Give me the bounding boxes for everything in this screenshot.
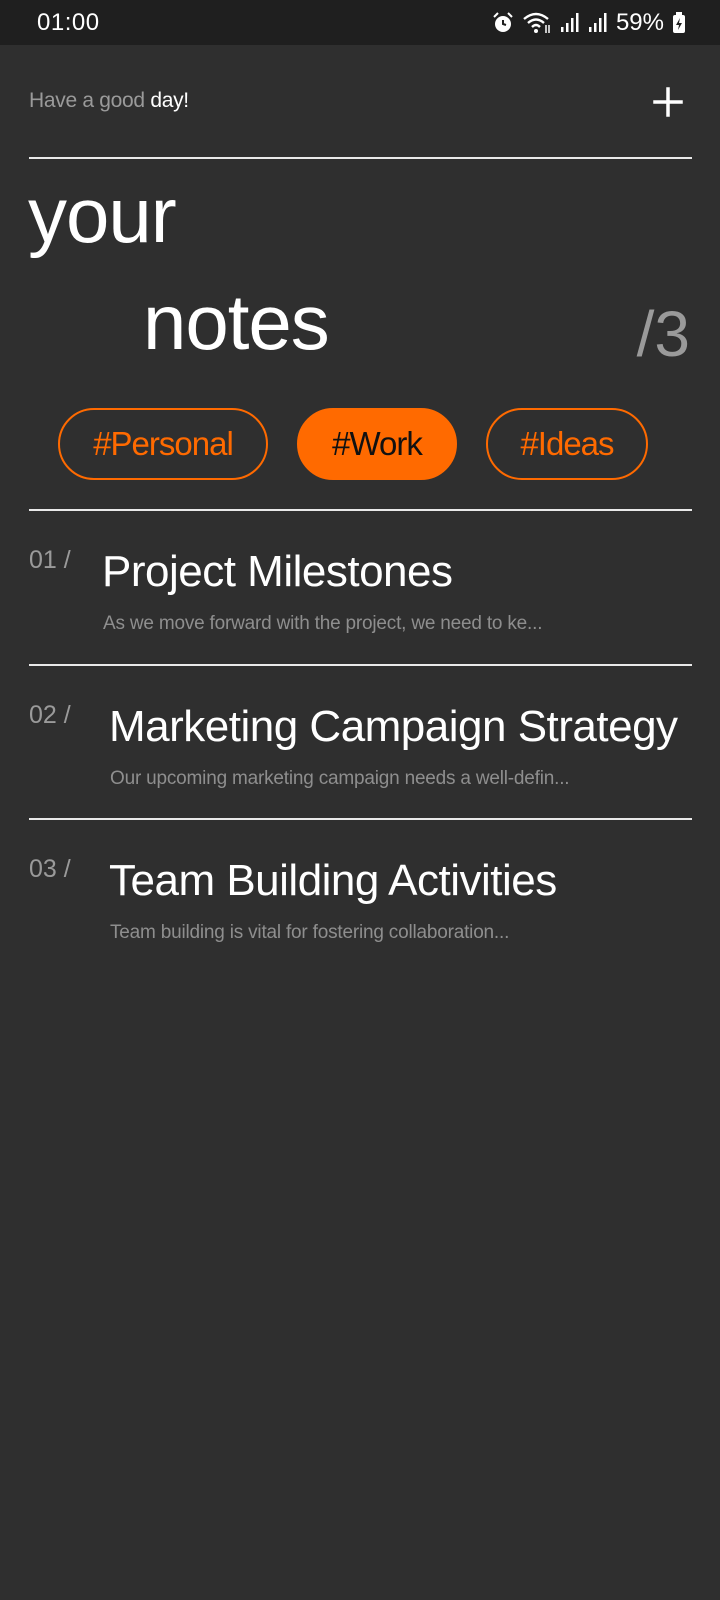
battery-charging-icon (673, 11, 685, 33)
note-title: Project Milestones (102, 547, 453, 596)
tag-work[interactable]: #Work (297, 408, 457, 480)
greeting: Have a good day! (29, 89, 189, 113)
status-time: 01:00 (37, 8, 100, 36)
signal-icon (560, 12, 579, 32)
tag-personal[interactable]: #Personal (58, 408, 268, 480)
note-index: 02 / (29, 701, 71, 729)
note-item-3[interactable]: 03 / Team Building Activities Team build… (0, 819, 720, 973)
greeting-prefix: Have a good (29, 89, 145, 112)
note-preview: Team building is vital for fostering col… (110, 922, 510, 943)
status-icons: 59% (492, 9, 686, 37)
status-bar: 01:00 59% (0, 0, 720, 45)
note-index: 01 / (29, 546, 71, 574)
note-preview: Our upcoming marketing campaign needs a … (110, 768, 570, 789)
wifi-icon (523, 12, 550, 33)
note-item-1[interactable]: 01 / Project Milestones As we move forwa… (0, 510, 720, 664)
note-preview: As we move forward with the project, we … (103, 613, 543, 634)
note-title: Marketing Campaign Strategy (109, 702, 678, 751)
page-title-line-2: notes (143, 278, 330, 366)
add-note-button[interactable] (652, 86, 684, 118)
tag-ideas[interactable]: #Ideas (486, 408, 648, 480)
note-item-2[interactable]: 02 / Marketing Campaign Strategy Our upc… (0, 665, 720, 819)
alarm-icon (493, 11, 513, 32)
header-divider (29, 157, 692, 159)
battery-percent: 59% (615, 8, 664, 36)
signal-icon (588, 12, 607, 32)
greeting-word: day! (150, 89, 189, 112)
note-title: Team Building Activities (109, 856, 557, 905)
plus-icon (653, 87, 683, 117)
page-title-line-1: your (28, 171, 177, 259)
note-index: 03 / (29, 855, 71, 883)
notes-count: /3 (636, 298, 690, 370)
